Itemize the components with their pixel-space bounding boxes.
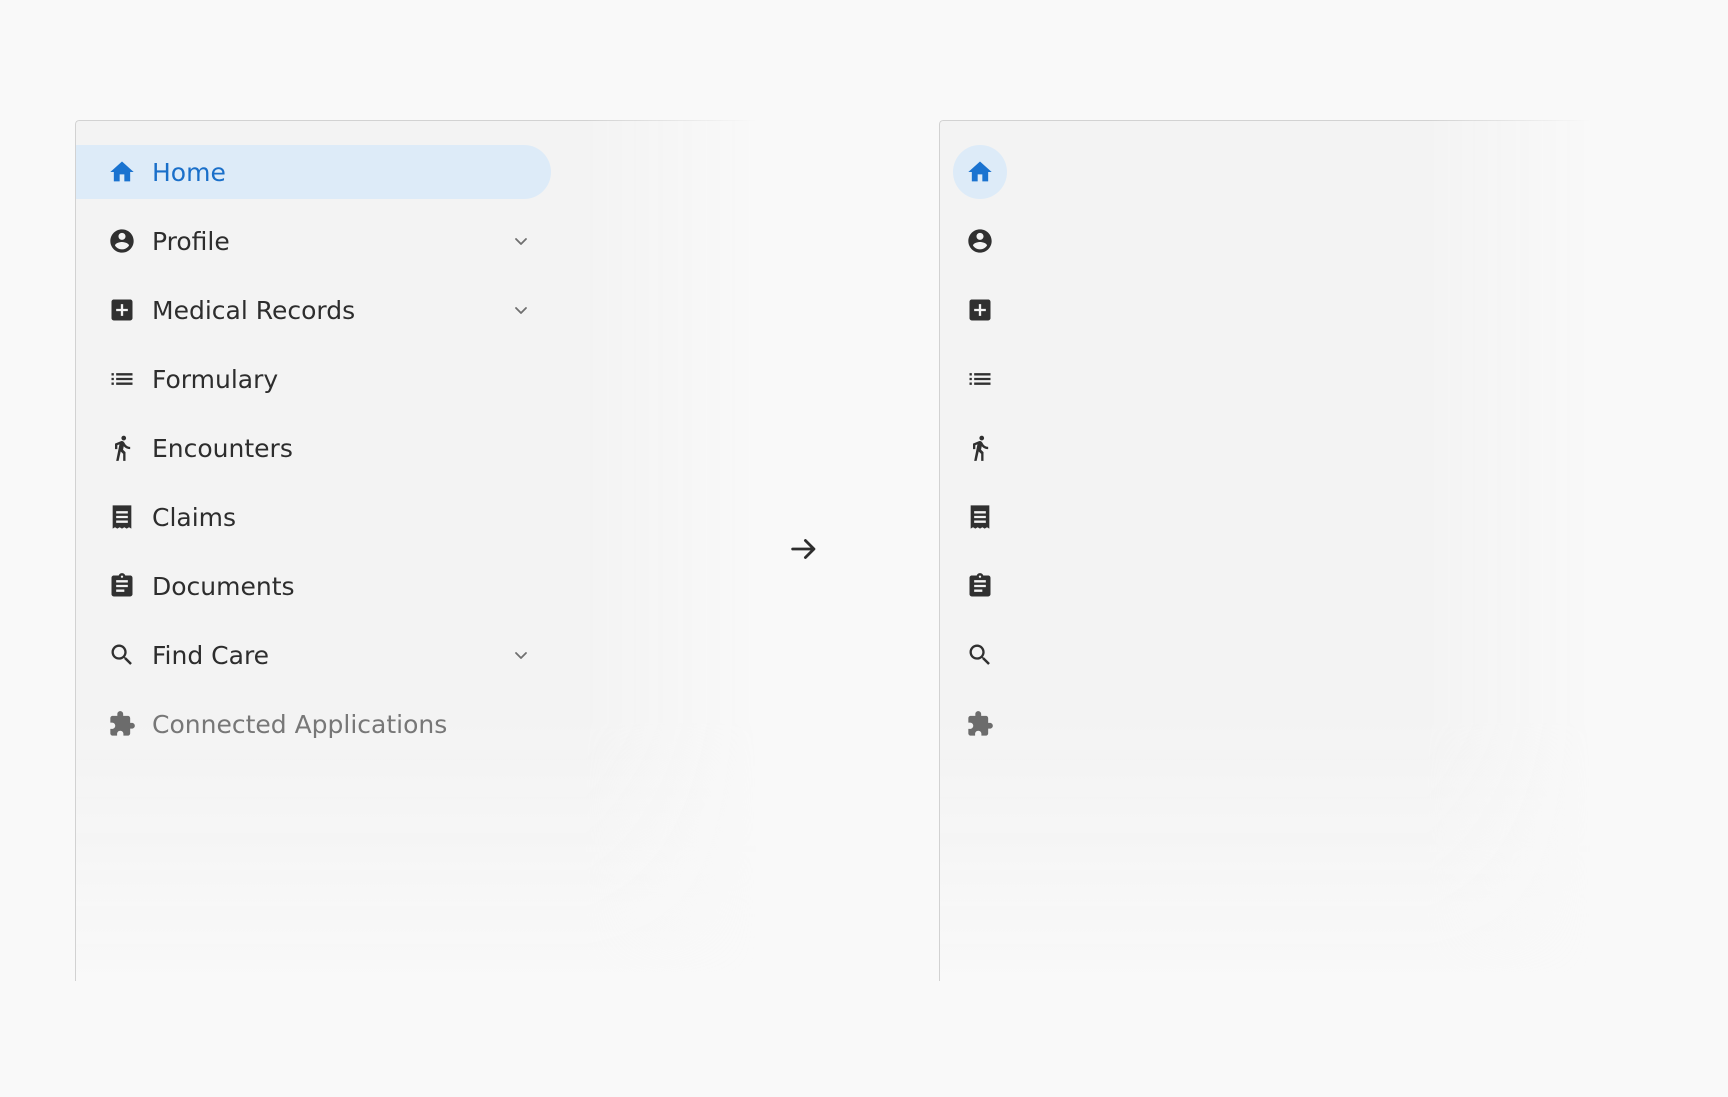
search-icon	[966, 641, 994, 669]
nav-item-profile[interactable]	[953, 214, 1007, 268]
chevron-down-icon[interactable]	[511, 231, 531, 251]
account-circle-icon	[108, 227, 136, 255]
nav-item-encounters[interactable]	[953, 421, 1007, 475]
nav-item-home[interactable]	[953, 145, 1007, 199]
nav-item-label: Formulary	[152, 364, 279, 394]
arrow-right-icon	[787, 532, 821, 566]
nav-item-connected-applications[interactable]: Connected Applications	[76, 697, 551, 751]
clipboard-icon	[108, 572, 136, 600]
medical-plus-icon	[108, 296, 136, 324]
account-circle-icon	[966, 227, 994, 255]
receipt-icon	[966, 503, 994, 531]
nav-item-encounters[interactable]: Encounters	[76, 421, 551, 475]
nav-item-label: Medical Records	[152, 295, 356, 325]
nav-item-medical-records[interactable]: Medical Records	[76, 283, 551, 337]
search-icon	[108, 641, 136, 669]
chevron-down-icon[interactable]	[511, 300, 531, 320]
nav-item-documents[interactable]	[953, 559, 1007, 613]
nav-item-formulary[interactable]: Formulary	[76, 352, 551, 406]
medical-plus-icon	[966, 296, 994, 324]
nav-item-connected-applications[interactable]	[953, 697, 1007, 751]
chevron-down-icon[interactable]	[511, 645, 531, 665]
nav-item-label: Find Care	[152, 640, 270, 670]
nav-item-find-care[interactable]	[953, 628, 1007, 682]
nav-item-formulary[interactable]	[953, 352, 1007, 406]
receipt-icon	[108, 503, 136, 531]
home-icon	[966, 158, 994, 186]
nav-item-claims[interactable]: Claims	[76, 490, 551, 544]
collapsed-nav-list	[953, 145, 1007, 766]
collapsed-sidebar	[939, 120, 1590, 981]
walking-person-icon	[966, 434, 994, 462]
walking-person-icon	[108, 434, 136, 462]
expanded-sidebar: Home Profile Medical Records Formulary E…	[75, 120, 756, 981]
nav-item-label: Connected Applications	[152, 709, 448, 739]
nav-item-label: Home	[152, 157, 226, 187]
clipboard-icon	[966, 572, 994, 600]
nav-item-claims[interactable]	[953, 490, 1007, 544]
expanded-nav-list: Home Profile Medical Records Formulary E…	[76, 145, 551, 766]
nav-item-documents[interactable]: Documents	[76, 559, 551, 613]
nav-item-medical-records[interactable]	[953, 283, 1007, 337]
list-icon	[108, 365, 136, 393]
puzzle-icon	[966, 710, 994, 738]
nav-item-label: Profile	[152, 226, 230, 256]
nav-item-profile[interactable]: Profile	[76, 214, 551, 268]
nav-item-label: Encounters	[152, 433, 293, 463]
nav-item-home[interactable]: Home	[76, 145, 551, 199]
nav-item-find-care[interactable]: Find Care	[76, 628, 551, 682]
nav-item-label: Documents	[152, 571, 295, 601]
home-icon	[108, 158, 136, 186]
nav-item-label: Claims	[152, 502, 237, 532]
puzzle-icon	[108, 710, 136, 738]
list-icon	[966, 365, 994, 393]
